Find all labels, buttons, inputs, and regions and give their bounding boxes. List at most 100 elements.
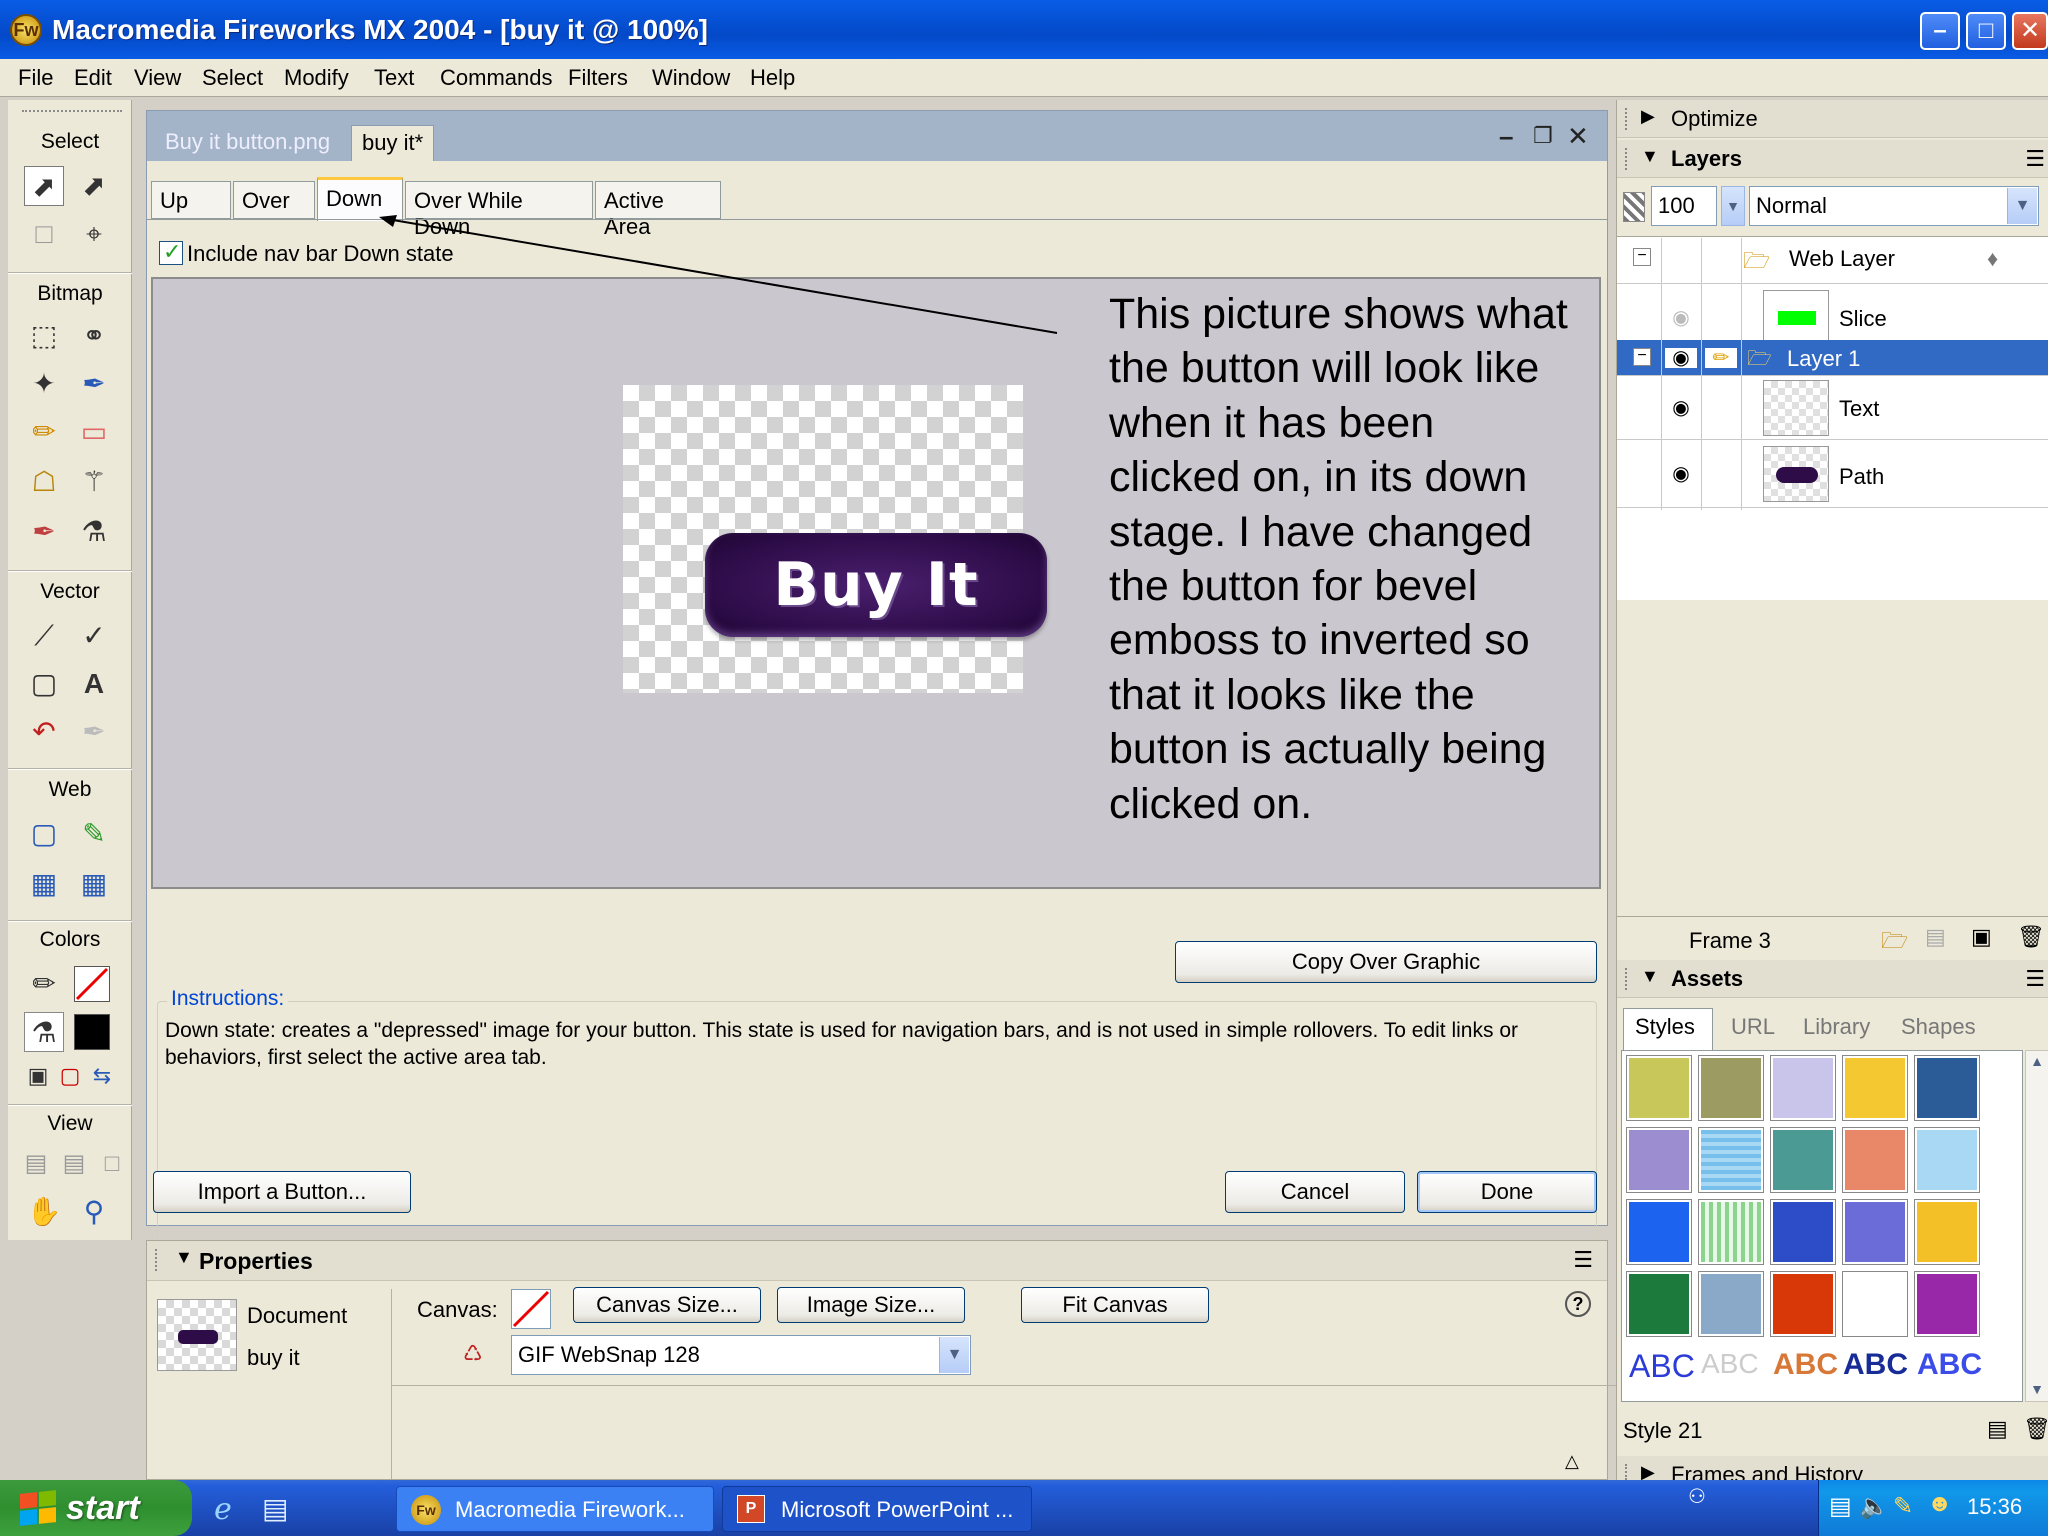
pen-tool-icon[interactable]: ✓ bbox=[74, 616, 114, 656]
style-swatch[interactable] bbox=[1843, 1128, 1907, 1192]
show-slices-icon[interactable]: ▦ bbox=[74, 864, 114, 904]
knife-tool-icon[interactable]: ✒ bbox=[74, 712, 114, 752]
text-style-swatch[interactable]: ABC bbox=[1773, 1348, 1838, 1382]
hand-tool-icon[interactable]: ✋ bbox=[24, 1192, 64, 1232]
style-swatch[interactable] bbox=[1771, 1200, 1835, 1264]
menu-commands[interactable]: Commands bbox=[440, 65, 552, 91]
close-button[interactable]: ✕ bbox=[2012, 12, 2048, 50]
chevron-down-icon[interactable]: ▼ bbox=[939, 1337, 969, 1373]
menu-text[interactable]: Text bbox=[374, 65, 414, 91]
style-swatch[interactable] bbox=[1915, 1056, 1979, 1120]
collapse-triangle-icon[interactable]: ▼ bbox=[1641, 146, 1659, 167]
pencil-tool-icon[interactable]: ✏ bbox=[24, 412, 64, 452]
scroll-up-icon[interactable]: ▲ bbox=[2028, 1053, 2046, 1069]
stroke-none-swatch[interactable] bbox=[74, 966, 110, 1002]
rectangle-tool-icon[interactable]: ▢ bbox=[24, 664, 64, 704]
subselection-tool-icon[interactable]: ⬈ bbox=[74, 166, 114, 206]
visibility-eye-icon[interactable]: ◉ bbox=[1665, 308, 1697, 328]
style-swatch[interactable] bbox=[1915, 1128, 1979, 1192]
brush-tool-icon[interactable]: ✒ bbox=[74, 364, 114, 404]
minimize-button[interactable]: – bbox=[1920, 12, 1960, 50]
text-style-swatch[interactable]: ABC bbox=[1701, 1348, 1759, 1380]
hide-slices-icon[interactable]: ▦ bbox=[24, 864, 64, 904]
copy-over-graphic-button[interactable]: Copy Over Graphic bbox=[1175, 941, 1597, 983]
blur-tool-icon[interactable]: ☖ bbox=[24, 462, 64, 502]
new-sublayer-icon[interactable]: 🗁 bbox=[1881, 924, 1908, 962]
text-style-swatch[interactable]: ABC bbox=[1843, 1348, 1908, 1382]
swap-colors-icon[interactable]: ⇆ bbox=[82, 1056, 122, 1096]
text-tool-icon[interactable]: A bbox=[74, 664, 114, 704]
menu-window[interactable]: Window bbox=[652, 65, 730, 91]
layer-row-path[interactable]: ◉ Path bbox=[1617, 442, 2048, 508]
cancel-button[interactable]: Cancel bbox=[1225, 1171, 1405, 1213]
text-style-swatch[interactable]: ABC bbox=[1629, 1348, 1695, 1385]
pointer-tool-icon[interactable]: ⬈ bbox=[24, 166, 64, 206]
collapse-icon[interactable]: − bbox=[1633, 348, 1651, 366]
tab-library[interactable]: Library bbox=[1803, 1014, 1870, 1040]
menu-edit[interactable]: Edit bbox=[74, 65, 112, 91]
optimize-header[interactable]: ▶ Optimize bbox=[1617, 100, 2048, 138]
style-swatch[interactable] bbox=[1771, 1272, 1835, 1336]
style-swatch[interactable] bbox=[1915, 1272, 1979, 1336]
panel-grip[interactable] bbox=[22, 110, 122, 114]
layers-header[interactable]: ▼ Layers ☰ bbox=[1617, 140, 2048, 178]
menu-help[interactable]: Help bbox=[750, 65, 795, 91]
scale-tool-icon[interactable]: □ bbox=[24, 214, 64, 254]
style-swatch[interactable] bbox=[1699, 1272, 1763, 1336]
expand-up-icon[interactable]: △ bbox=[1565, 1451, 1579, 1472]
add-mask-icon[interactable]: ▣ bbox=[1971, 924, 1992, 950]
layer-row-web-layer[interactable]: − 🗁 Web Layer ♦ bbox=[1617, 238, 2048, 284]
style-swatch[interactable] bbox=[1699, 1200, 1763, 1264]
canvas-size-button[interactable]: Canvas Size... bbox=[573, 1287, 761, 1323]
tab-styles[interactable]: Styles bbox=[1635, 1014, 1695, 1040]
collapse-triangle-icon[interactable]: ▼ bbox=[175, 1247, 193, 1268]
properties-header[interactable]: ▼ Properties ☰ bbox=[147, 1241, 1607, 1281]
crop-tool-icon[interactable]: ⌖ bbox=[74, 214, 114, 254]
layer-row-layer-1[interactable]: − ◉ ✏ 🗁 Layer 1 bbox=[1617, 340, 2048, 376]
freeform-tool-icon[interactable]: ↶ bbox=[24, 712, 64, 752]
delete-style-icon[interactable]: 🗑 bbox=[2023, 1416, 2048, 1442]
export-settings-select[interactable]: GIF WebSnap 128 ▼ bbox=[511, 1335, 971, 1375]
scroll-down-icon[interactable]: ▼ bbox=[2028, 1381, 2046, 1397]
menu-filters[interactable]: Filters bbox=[568, 65, 628, 91]
task-fireworks[interactable]: Fw Macromedia Firework... bbox=[396, 1486, 714, 1532]
lasso-tool-icon[interactable]: ⚭ bbox=[74, 316, 114, 356]
style-swatch[interactable] bbox=[1627, 1056, 1691, 1120]
assets-header[interactable]: ▼ Assets ☰ bbox=[1617, 960, 2048, 998]
fit-canvas-button[interactable]: Fit Canvas bbox=[1021, 1287, 1209, 1323]
import-button[interactable]: Import a Button... bbox=[153, 1171, 411, 1213]
done-button[interactable]: Done bbox=[1417, 1171, 1597, 1213]
menu-file[interactable]: File bbox=[18, 65, 53, 91]
text-style-swatch[interactable]: ABC bbox=[1917, 1348, 1982, 1382]
fullscreen-menus-icon[interactable]: ▤ bbox=[54, 1144, 94, 1184]
volume-icon[interactable]: 🔈 bbox=[1859, 1492, 1889, 1521]
fill-color-icon[interactable]: ⚗ bbox=[24, 1012, 64, 1052]
collapse-triangle-icon[interactable]: ▼ bbox=[1641, 966, 1659, 987]
user-tray-icon[interactable]: ☻ bbox=[1927, 1490, 1952, 1518]
style-swatch[interactable] bbox=[1627, 1200, 1691, 1264]
slice-tool-icon[interactable]: ✎ bbox=[74, 814, 114, 854]
collapse-icon[interactable]: − bbox=[1633, 248, 1651, 266]
line-tool-icon[interactable]: ⟋ bbox=[24, 616, 64, 656]
lock-layer-icon[interactable]: ♦ bbox=[1987, 246, 1998, 272]
new-style-icon[interactable]: ▤ bbox=[1987, 1416, 2008, 1442]
network-icon[interactable]: ▤ bbox=[1829, 1492, 1852, 1521]
stroke-color-icon[interactable]: ✏ bbox=[24, 964, 64, 1004]
style-swatch[interactable] bbox=[1627, 1128, 1691, 1192]
layer-row-text[interactable]: ◉ Text bbox=[1617, 376, 2048, 440]
magic-wand-icon[interactable]: ✦ bbox=[24, 364, 64, 404]
menu-view[interactable]: View bbox=[134, 65, 181, 91]
panel-options-icon[interactable]: ☰ bbox=[1573, 1247, 1593, 1273]
styles-scrollbar[interactable]: ▲ ▼ bbox=[2025, 1050, 2048, 1402]
menu-modify[interactable]: Modify bbox=[284, 65, 349, 91]
pencil-tray-icon[interactable]: ✎ bbox=[1893, 1492, 1913, 1521]
hotspot-tool-icon[interactable]: ▢ bbox=[24, 814, 64, 854]
opacity-dropdown-icon[interactable]: ▼ bbox=[1721, 186, 1745, 226]
style-swatch[interactable] bbox=[1843, 1200, 1907, 1264]
eyedropper-icon[interactable]: ✒ bbox=[24, 512, 64, 552]
panel-options-icon[interactable]: ☰ bbox=[2025, 966, 2045, 992]
internet-explorer-icon[interactable]: ℯ bbox=[214, 1492, 232, 1527]
panel-options-icon[interactable]: ☰ bbox=[2025, 146, 2045, 172]
start-button[interactable]: start bbox=[0, 1480, 192, 1536]
frames-history-header[interactable]: ▶ Frames and History bbox=[1617, 1456, 2048, 1487]
